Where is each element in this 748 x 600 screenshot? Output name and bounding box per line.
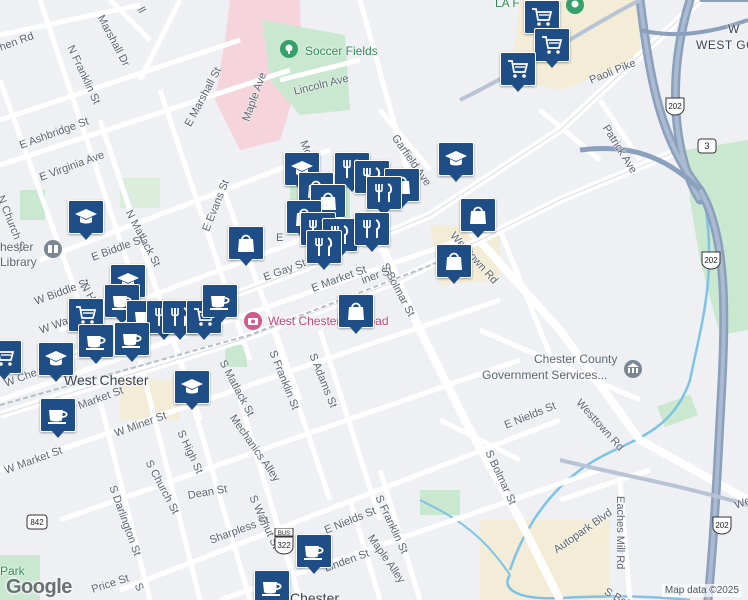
shopping-bag-marker[interactable] [436, 244, 472, 284]
route-shield-202-b: 202 [700, 250, 722, 270]
restaurant-marker[interactable] [306, 230, 342, 270]
place-label-west-goshen: WEST GOSHEN [696, 38, 748, 52]
shopping-cart-icon [74, 304, 98, 326]
route-842-text: 842 [30, 518, 44, 527]
coffee-icon [46, 404, 70, 426]
shopping-bag-icon [466, 204, 490, 226]
shopping-bag-marker[interactable] [338, 294, 374, 334]
school-icon [180, 376, 204, 398]
park-icon[interactable] [280, 40, 298, 58]
coffee-marker[interactable] [78, 324, 114, 364]
coffee-marker[interactable] [254, 570, 290, 600]
shopping-bag-icon [234, 232, 258, 254]
shopping-bag-icon [344, 300, 368, 322]
google-logo: Google [6, 576, 72, 598]
place-label-chester-county-gov: Chester County [534, 352, 618, 366]
place-label-west-goshen-w: W [728, 22, 740, 36]
shopping-bag-icon [442, 250, 466, 272]
place-label-west-chester: West Chester [64, 372, 149, 388]
restaurant-marker[interactable] [366, 176, 402, 216]
school-icon [44, 348, 68, 370]
coffee-icon [120, 328, 144, 350]
park-icon-2[interactable] [566, 0, 584, 14]
route-shield-202-a: 202 [664, 96, 686, 116]
library-icon[interactable] [44, 240, 62, 258]
route-322-bus-text: BUS [278, 531, 290, 537]
shopping-cart-marker[interactable] [0, 340, 22, 380]
route-shield-842: 842 [26, 512, 48, 532]
route-shield-3: 3 [696, 136, 718, 156]
map[interactable]: E Gay St E Market St S Bolmar St S Bolma… [0, 0, 748, 600]
camera-icon[interactable] [244, 312, 262, 330]
restaurant-marker[interactable] [354, 212, 390, 252]
street-label-eaches-mill-rd: Eaches Mill Rd [614, 496, 626, 570]
school-icon [74, 206, 98, 228]
place-label-chester-bottom: Chester [290, 590, 340, 600]
restaurant-icon [312, 236, 336, 258]
place-label-chester-library: hester [0, 240, 34, 254]
shopping-cart-icon [0, 346, 16, 368]
school-marker[interactable] [38, 342, 74, 382]
shopping-cart-icon [506, 58, 530, 80]
shopping-bag-marker[interactable] [228, 226, 264, 266]
coffee-icon [84, 330, 108, 352]
restaurant-icon [372, 182, 396, 204]
coffee-marker[interactable] [202, 284, 238, 324]
route-shield-322: BUS 322 [273, 527, 295, 556]
coffee-marker[interactable] [296, 534, 332, 574]
route-322-text: 322 [277, 541, 291, 550]
shopping-cart-marker[interactable] [534, 28, 570, 68]
route-202-a-text: 202 [668, 102, 682, 111]
shopping-bag-marker[interactable] [460, 198, 496, 238]
school-marker[interactable] [68, 200, 104, 240]
route-shield-202-c: 202 [711, 515, 733, 535]
street-label-e: E [276, 232, 284, 244]
map-copyright[interactable]: Map data ©2025 [661, 584, 742, 597]
shopping-cart-icon [530, 6, 554, 28]
coffee-marker[interactable] [40, 398, 76, 438]
place-label-chester-library-2: Library [0, 255, 37, 269]
school-marker[interactable] [174, 370, 210, 410]
place-label-la-f: LA F [495, 0, 520, 10]
school-marker[interactable] [438, 142, 474, 182]
shopping-cart-marker[interactable] [500, 52, 536, 92]
shopping-cart-icon [540, 34, 564, 56]
coffee-icon [260, 576, 284, 598]
place-label-soccer-fields: Soccer Fields [305, 44, 378, 58]
coffee-marker[interactable] [114, 322, 150, 362]
coffee-icon [208, 290, 232, 312]
place-label-chester-county-gov-2: Government Services... [482, 368, 608, 382]
coffee-icon [302, 540, 326, 562]
route-202-b-text: 202 [704, 256, 718, 265]
restaurant-icon [360, 218, 384, 240]
route-202-c-text: 202 [715, 521, 729, 530]
school-icon [444, 148, 468, 170]
route-3-text: 3 [704, 141, 709, 151]
government-icon[interactable] [624, 360, 642, 378]
